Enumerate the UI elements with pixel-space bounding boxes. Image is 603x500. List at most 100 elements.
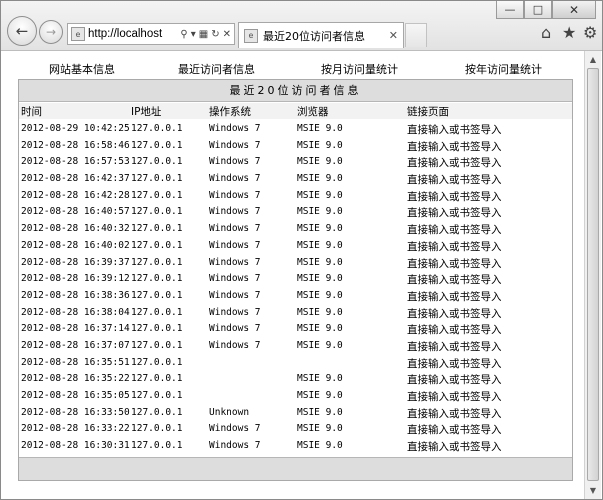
tab-close-icon[interactable]: ✕ <box>389 29 398 42</box>
cell-link[interactable]: 直接输入或书签导入 <box>407 339 502 354</box>
cell-browser: MSIE 9.0 <box>297 173 343 185</box>
cell-time: 2012-08-28 16:35:51 <box>21 356 130 368</box>
star-icon[interactable]: ★ <box>562 23 576 42</box>
nav-recent-visitors[interactable]: 最近访问者信息 <box>178 61 255 77</box>
cell-browser: MSIE 9.0 <box>297 206 343 218</box>
cell-link[interactable]: 直接输入或书签导入 <box>407 422 502 437</box>
cell-os: Windows 7 <box>209 306 261 318</box>
table-row: 2012-08-28 16:39:37 127.0.0.1 Windows 7 MSI… <box>19 256 572 273</box>
table-row: 2012-08-28 16:30:31 127.0.0.1 Windows 7 MSI… <box>19 439 572 456</box>
back-arrow-icon[interactable]: ← <box>7 16 37 46</box>
address-url[interactable]: http://localhost <box>88 28 177 40</box>
cell-link[interactable]: 直接输入或书签导入 <box>407 122 502 137</box>
cell-browser: MSIE 9.0 <box>297 373 343 385</box>
scroll-down-icon[interactable]: ▼ <box>585 482 601 498</box>
table-row: 2012-08-28 16:40:57 127.0.0.1 Windows 7 MSI… <box>19 205 572 222</box>
browser-titlebar: — □ ✕ ← → e http://localhost ⚲ ▾ ▦ ↻ ✕ e… <box>1 1 602 51</box>
home-icon[interactable]: ⌂ <box>541 23 551 42</box>
cell-time: 2012-08-28 16:58:46 <box>21 139 130 151</box>
cell-link[interactable]: 直接输入或书签导入 <box>407 439 502 454</box>
cell-ip: 127.0.0.1 <box>131 356 183 368</box>
cell-browser: MSIE 9.0 <box>297 390 343 401</box>
cell-link[interactable]: 直接输入或书签导入 <box>407 289 502 304</box>
tab-title: 最近20位访问者信息 <box>263 29 365 43</box>
cell-link[interactable]: 直接输入或书签导入 <box>407 239 502 254</box>
cell-ip: 127.0.0.1 <box>131 323 183 335</box>
cell-ip: 127.0.0.1 <box>131 440 183 452</box>
cell-os: Windows 7 <box>209 423 261 435</box>
table-row: 2012-08-28 16:58:46 127.0.0.1 Windows 7 MSI… <box>19 139 572 156</box>
nav-monthly-stats[interactable]: 按月访问量统计 <box>321 61 398 77</box>
nav-site-info[interactable]: 网站基本信息 <box>49 61 115 77</box>
scroll-thumb[interactable] <box>587 68 599 481</box>
cell-time: 2012-08-28 16:33:22 <box>21 423 130 435</box>
cell-link[interactable]: 直接输入或书签导入 <box>407 172 502 187</box>
close-icon[interactable]: ✕ <box>552 1 596 19</box>
cell-ip: 127.0.0.1 <box>131 373 183 385</box>
search-icon[interactable]: ⚲ <box>180 29 187 40</box>
table-row: 2012-08-28 16:38:36 127.0.0.1 Windows 7 MSI… <box>19 289 572 306</box>
table-row: 2012-08-28 16:37:07 127.0.0.1 Windows 7 MSI… <box>19 339 572 356</box>
column-header-link: 链接页面 <box>407 106 449 118</box>
table-row: 2012-08-28 16:40:32 127.0.0.1 Windows 7 MSI… <box>19 222 572 239</box>
table-row: 2012-08-28 16:35:05 127.0.0.1 MSIE 9.0 直接输入… <box>19 389 572 406</box>
cell-os: Windows 7 <box>209 123 261 134</box>
dropdown-icon[interactable]: ▾ <box>191 29 196 40</box>
cell-browser: MSIE 9.0 <box>297 139 343 151</box>
cell-os: Windows 7 <box>209 273 261 285</box>
cell-ip: 127.0.0.1 <box>131 206 183 218</box>
table-row: 2012-08-29 10:42:25 127.0.0.1 Windows 7 MSI… <box>19 122 572 139</box>
cell-ip: 127.0.0.1 <box>131 189 183 201</box>
cell-ip: 127.0.0.1 <box>131 306 183 318</box>
cell-link[interactable]: 直接输入或书签导入 <box>407 356 502 371</box>
cell-link[interactable]: 直接输入或书签导入 <box>407 222 502 237</box>
maximize-icon[interactable]: □ <box>524 1 552 19</box>
gear-icon[interactable]: ⚙ <box>583 23 597 42</box>
stop-icon[interactable]: ✕ <box>223 29 231 40</box>
cell-link[interactable]: 直接输入或书签导入 <box>407 205 502 220</box>
cell-browser: MSIE 9.0 <box>297 223 343 235</box>
forward-arrow-icon[interactable]: → <box>39 20 63 44</box>
cell-link[interactable]: 直接输入或书签导入 <box>407 155 502 170</box>
stats-nav: 网站基本信息 最近访问者信息 按月访问量统计 按年访问量统计 <box>19 61 575 81</box>
compatibility-icon[interactable]: ▦ <box>199 29 208 40</box>
panel-footer <box>19 457 572 480</box>
cell-os: Unknown <box>209 406 250 418</box>
ie-favicon-icon: e <box>244 28 258 43</box>
cell-ip: 127.0.0.1 <box>131 156 183 168</box>
page-content: 网站基本信息 最近访问者信息 按月访问量统计 按年访问量统计 最近20位访问者信… <box>1 51 602 499</box>
nav-yearly-stats[interactable]: 按年访问量统计 <box>465 61 542 77</box>
table-row: 2012-08-28 16:40:02 127.0.0.1 Windows 7 MSI… <box>19 239 572 256</box>
scroll-up-icon[interactable]: ▲ <box>585 51 601 67</box>
cell-link[interactable]: 直接输入或书签导入 <box>407 406 502 421</box>
cell-link[interactable]: 直接输入或书签导入 <box>407 306 502 321</box>
cell-link[interactable]: 直接输入或书签导入 <box>407 322 502 337</box>
cell-link[interactable]: 直接输入或书签导入 <box>407 139 502 154</box>
cell-link[interactable]: 直接输入或书签导入 <box>407 389 502 404</box>
refresh-icon[interactable]: ↻ <box>211 29 219 40</box>
cell-ip: 127.0.0.1 <box>131 406 183 418</box>
cell-time: 2012-08-28 16:39:12 <box>21 273 130 285</box>
cell-os: Windows 7 <box>209 139 261 151</box>
tab-active[interactable]: e 最近20位访问者信息 ✕ <box>238 22 404 48</box>
cell-browser: MSIE 9.0 <box>297 156 343 168</box>
table-row: 2012-08-28 16:35:51 127.0.0.1 直接输入或书签导入 <box>19 356 572 373</box>
address-bar[interactable]: e http://localhost ⚲ ▾ ▦ ↻ ✕ <box>67 23 235 45</box>
vertical-scrollbar[interactable]: ▲ ▼ <box>584 51 601 499</box>
cell-os: Windows 7 <box>209 173 261 185</box>
cell-ip: 127.0.0.1 <box>131 239 183 251</box>
cell-link[interactable]: 直接输入或书签导入 <box>407 372 502 387</box>
table-row: 2012-08-28 16:37:14 127.0.0.1 Windows 7 MSI… <box>19 322 572 339</box>
cell-link[interactable]: 直接输入或书签导入 <box>407 272 502 287</box>
ie-favicon-icon: e <box>71 27 85 41</box>
cell-time: 2012-08-28 16:33:50 <box>21 406 130 418</box>
cell-time: 2012-08-28 16:39:37 <box>21 256 130 268</box>
browser-window: — □ ✕ ← → e http://localhost ⚲ ▾ ▦ ↻ ✕ e… <box>0 0 603 500</box>
cell-link[interactable]: 直接输入或书签导入 <box>407 189 502 204</box>
new-tab-button[interactable] <box>405 23 427 47</box>
minimize-icon[interactable]: — <box>496 1 524 19</box>
table-row: 2012-08-28 16:39:12 127.0.0.1 Windows 7 MSI… <box>19 272 572 289</box>
cell-link[interactable]: 直接输入或书签导入 <box>407 256 502 271</box>
cell-os: Windows 7 <box>209 206 261 218</box>
table-row: 2012-08-28 16:57:53 127.0.0.1 Windows 7 MSI… <box>19 155 572 172</box>
